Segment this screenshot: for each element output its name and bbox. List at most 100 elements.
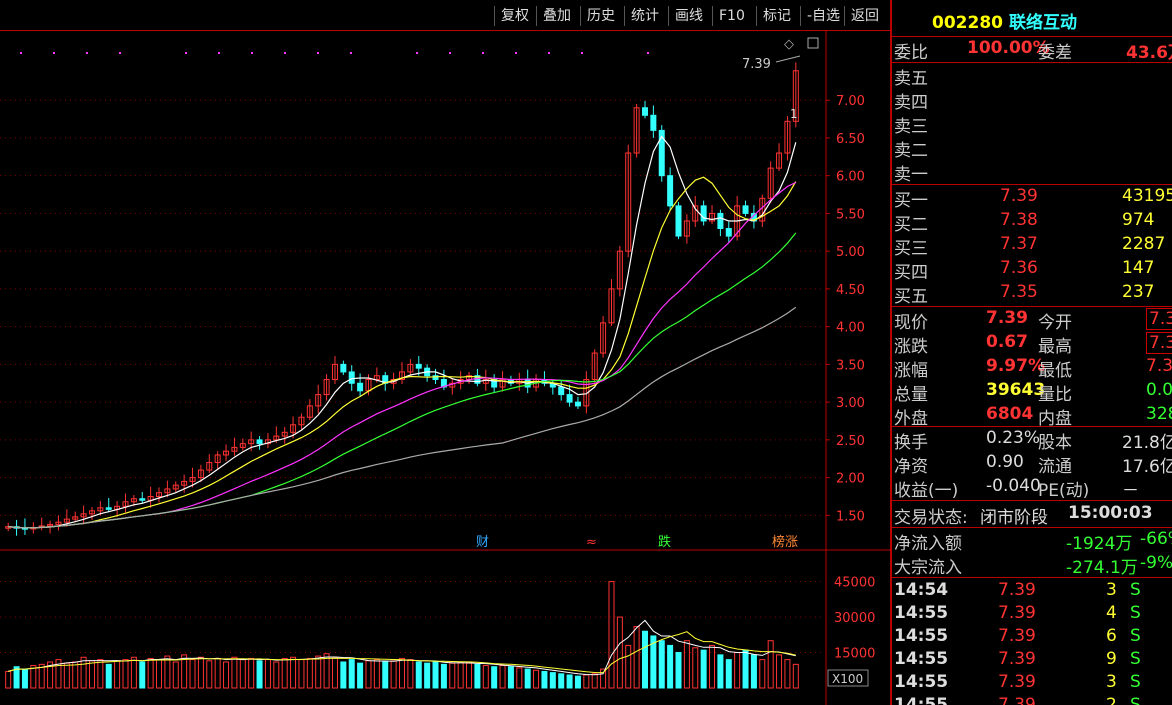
toolbar-button-8[interactable]: 返回 (844, 6, 885, 26)
trade-state-time: 15:00:03 (1068, 503, 1153, 523)
stat-label: 现价 (894, 313, 928, 333)
toolbar-button-5[interactable]: F10 (712, 6, 751, 26)
volume-bar (692, 647, 699, 689)
volume-bar (248, 657, 255, 689)
volume-bar (340, 661, 347, 689)
toolbar-button-4[interactable]: 画线 (668, 6, 709, 26)
tick-time: 14:55 (894, 626, 949, 646)
volume-bar (164, 655, 171, 689)
tick-price: 7.39 (998, 603, 1036, 623)
event-dot (119, 52, 121, 54)
candle-body (650, 114, 657, 131)
toolbar-button-0[interactable]: 复权 (494, 6, 535, 26)
candle-body (574, 401, 581, 407)
stock-title: 002280 联络互动 (932, 8, 1077, 33)
volume-bar (759, 659, 766, 689)
volume-axis-label: 45000 (834, 576, 875, 591)
volume-bar (566, 674, 573, 689)
trade-state-value: 闭市阶段 (980, 508, 1048, 528)
event-marker[interactable]: 财 (476, 535, 489, 550)
sell-level-row: 卖二 (892, 136, 1172, 161)
chart-toolbar: 复权 叠加 历史 统计 画线 F10 标记 -自选 返回 (0, 0, 890, 31)
event-marker[interactable]: 跌 (658, 534, 671, 550)
volume-bar (80, 656, 87, 689)
stat-value: 6804 (986, 404, 1034, 424)
volume-axis-label: 15000 (834, 647, 875, 662)
volume-axis-label: 30000 (834, 611, 875, 626)
candle-body (256, 439, 263, 445)
toolbar-button-3[interactable]: 统计 (624, 6, 665, 26)
volume-bar (63, 662, 70, 689)
volume-bar (290, 656, 297, 689)
fund-value: 0.90 (986, 452, 1024, 472)
event-marker[interactable]: 榜涨 (772, 534, 798, 550)
fund-row: 收益(一) -0.040 PE(动) － (892, 476, 1172, 501)
buy-level-row: 买一 7.39 431958 (892, 186, 1172, 211)
volume-bar (206, 660, 213, 689)
toolbar-button-2[interactable]: 历史 (580, 6, 621, 26)
event-dot (53, 52, 55, 54)
volume-bar (457, 661, 464, 689)
diamond-icon[interactable]: ◇ (784, 37, 794, 52)
volume-bar (273, 661, 280, 689)
volume-bar (449, 662, 456, 689)
stock-code: 002280 (932, 13, 1003, 33)
flow-label: 净流入额 (894, 534, 962, 554)
weibi-row: 委比 100.00% 委差 43.6万 (892, 38, 1172, 63)
candle-body (742, 205, 749, 214)
sell-level-row: 卖三 (892, 112, 1172, 137)
volume-bar (21, 668, 28, 689)
stat-label: 量比 (1038, 385, 1072, 405)
volume-bar (616, 616, 623, 689)
volume-bar (776, 654, 783, 689)
sell-level-row: 卖四 (892, 88, 1172, 113)
tick-row: 14:55 7.39 9 S (892, 649, 1172, 672)
volume-bar (583, 674, 590, 689)
buy-level-row: 买三 7.37 2287 (892, 234, 1172, 259)
stat-label: 最高 (1038, 337, 1072, 357)
volume-bar (507, 666, 514, 689)
fund-label: 收益(一) (894, 481, 959, 501)
sell-level-label: 卖一 (894, 165, 928, 185)
tick-row: 14:55 7.39 2 S (892, 695, 1172, 705)
buy-level-price: 7.35 (1000, 282, 1038, 302)
kline-chart[interactable]: 7.00 6.50 6.00 5.50 5.00 4.50 4.00 3.50 3.00 2.50… (0, 30, 890, 705)
volume-bar (725, 659, 732, 689)
sell-level-label: 卖三 (894, 117, 928, 137)
tick-volume: 2 (1106, 695, 1117, 705)
tick-volume: 9 (1106, 649, 1117, 669)
fund-row: 净资 0.90 流通 17.6亿 (892, 452, 1172, 477)
buy-level-row: 买二 7.38 974 (892, 210, 1172, 235)
tick-direction: S (1130, 580, 1141, 600)
stat-row: 涨跌 0.67 最高 7.39 (892, 332, 1172, 357)
toolbar-button-7[interactable]: -自选 (800, 6, 846, 26)
price-axis-label: 6.50 (836, 132, 865, 147)
volume-bar (767, 640, 774, 689)
event-marker[interactable]: ≈ (586, 535, 597, 550)
volume-bar (399, 657, 405, 689)
ma-line-ma60 (8, 306, 797, 529)
fund-label: 股本 (1038, 433, 1072, 453)
volume-bar (432, 661, 439, 689)
last-price-arrow (775, 55, 801, 63)
trade-state-label: 交易状态: (894, 508, 968, 528)
candle-body (675, 205, 682, 237)
window-toggle-icon[interactable] (807, 37, 819, 49)
volume-bar (466, 662, 473, 689)
price-axis-label: 4.50 (836, 283, 865, 298)
sell-level-row: 卖一 (892, 160, 1172, 185)
stat-value: 39643 (986, 380, 1046, 400)
volume-unit-label[interactable]: X100 (832, 672, 863, 686)
tick-row: 14:54 7.39 3 S (892, 580, 1172, 603)
tick-price: 7.39 (998, 672, 1036, 692)
buy-level-price: 7.36 (1000, 258, 1038, 278)
stat-value: 0.01 (1146, 380, 1172, 400)
volume-bar (281, 657, 288, 689)
toolbar-button-1[interactable]: 叠加 (536, 6, 577, 26)
volume-bar (709, 644, 716, 689)
sell-level-label: 卖四 (894, 93, 928, 113)
tick-volume: 3 (1106, 580, 1117, 600)
tick-price: 7.39 (998, 580, 1036, 600)
toolbar-button-6[interactable]: 标记 (756, 6, 797, 26)
volume-bar (256, 660, 263, 689)
